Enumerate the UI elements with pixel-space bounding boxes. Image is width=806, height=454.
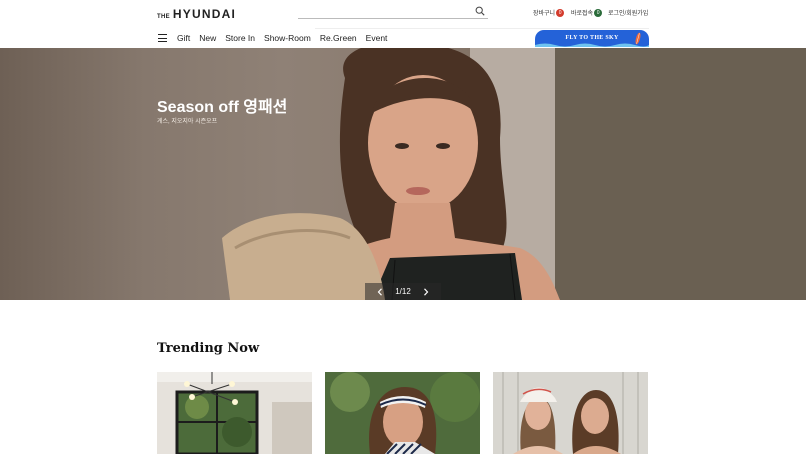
chevron-right-icon	[424, 287, 429, 296]
surfboard-icon	[635, 32, 641, 45]
nav-divider	[315, 28, 649, 29]
cart-link[interactable]: 장바구니 0	[533, 8, 565, 17]
search-input[interactable]	[298, 7, 468, 22]
login-signup-label: 로그인/회원가입	[608, 11, 649, 17]
promo-text: FLY TO THE SKY	[565, 35, 619, 41]
search-bar	[298, 4, 488, 22]
prev-slide-button[interactable]	[376, 287, 384, 296]
quick-access-link[interactable]: 바로접속 0	[571, 8, 603, 17]
nav-item-gift[interactable]: Gift	[177, 33, 190, 43]
trending-card-2[interactable]	[325, 372, 480, 454]
search-icon[interactable]	[475, 6, 485, 16]
hero-model-photo	[222, 48, 806, 300]
interior-chandelier-image	[157, 372, 312, 454]
wave-decoration	[535, 43, 649, 47]
nav-item-show-room[interactable]: Show-Room	[264, 33, 311, 43]
main-nav: Gift New Store In Show-Room Re.Green Eve…	[0, 28, 806, 48]
nav-item-new[interactable]: New	[199, 33, 216, 43]
trending-card-1[interactable]	[157, 372, 312, 454]
quick-access-label: 바로접속	[571, 11, 594, 17]
woman-headband-image	[325, 372, 480, 454]
chevron-left-icon	[377, 287, 382, 296]
hero-banner[interactable]: Season off 영패션 게스, 지오지아 시즌오프 1/12	[0, 48, 806, 300]
next-slide-button[interactable]	[422, 287, 430, 296]
top-bar: THE HYUNDAI 장바구니 0 바로접속 0 로그인/회원가입	[0, 0, 806, 28]
logo-main: HYUNDAI	[172, 7, 236, 21]
nav-item-event[interactable]: Event	[366, 33, 388, 43]
login-signup-link[interactable]: 로그인/회원가입	[608, 8, 648, 17]
nav-item-store-in[interactable]: Store In	[225, 33, 255, 43]
logo-prefix: THE	[157, 14, 170, 20]
promo-banner[interactable]: FLY TO THE SKY	[535, 30, 649, 47]
cart-label: 장바구니	[533, 11, 556, 17]
hero-title: Season off 영패션	[157, 99, 288, 116]
hero-subtitle: 게스, 지오지아 시즌오프	[157, 119, 218, 125]
hero-pager: 1/12	[365, 283, 441, 300]
hamburger-menu-icon[interactable]	[158, 34, 167, 42]
nav-item-re-green[interactable]: Re.Green	[320, 33, 357, 43]
quick-access-badge: 0	[594, 8, 603, 17]
hyundai-logo[interactable]: THE HYUNDAI	[157, 7, 236, 21]
slide-counter: 1/12	[395, 287, 411, 296]
trending-title: Trending Now	[157, 341, 260, 356]
trending-cards	[157, 372, 649, 454]
cart-count-badge: 0	[556, 8, 565, 17]
trending-card-3[interactable]	[493, 372, 648, 454]
nav-items: Gift New Store In Show-Room Re.Green Eve…	[177, 33, 396, 43]
two-women-cap-image	[493, 372, 648, 454]
